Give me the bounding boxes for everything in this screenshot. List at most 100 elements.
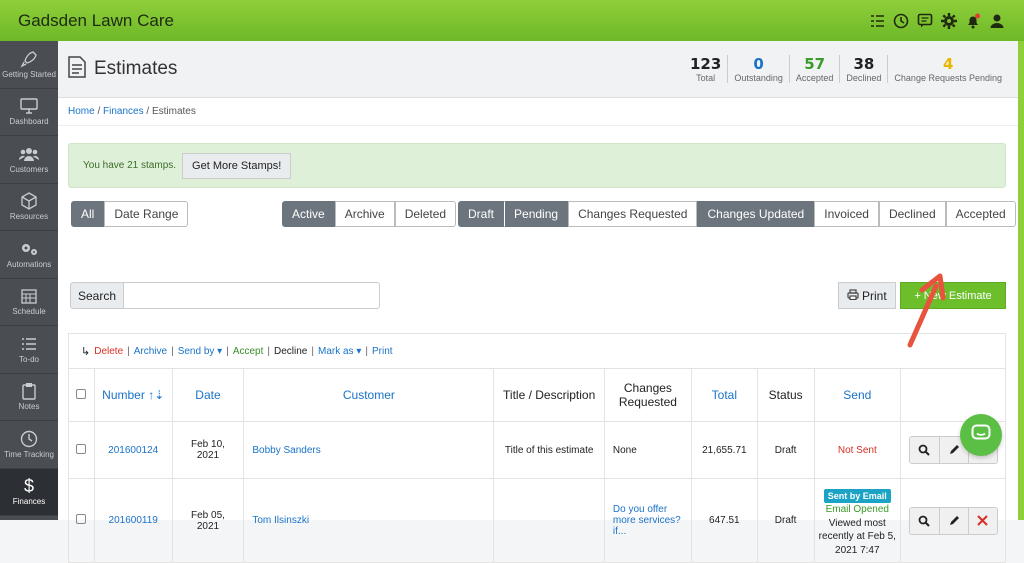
estimate-number-link[interactable]: 201600124: [93, 421, 173, 479]
bulk-decline-link[interactable]: Decline: [274, 346, 307, 357]
search-input[interactable]: [124, 282, 380, 309]
bulk-send-by-link[interactable]: Send by ▾: [178, 346, 223, 357]
changes-requested: None: [603, 421, 692, 479]
stat-total[interactable]: 123 Total: [684, 55, 727, 83]
gears-icon: [19, 240, 39, 258]
column-total[interactable]: Total: [690, 368, 758, 422]
sidebar-item-customers[interactable]: Customers: [0, 136, 58, 184]
filter-changes-requested-button[interactable]: Changes Requested: [568, 201, 698, 227]
filter-all-button[interactable]: All: [71, 201, 105, 227]
sidebar-item-automations[interactable]: Automations: [0, 231, 58, 279]
filter-date-range-button[interactable]: Date Range: [104, 201, 189, 227]
send-cell: Sent by Email Email Opened Viewed most rec…: [813, 478, 902, 563]
filter-archive-button[interactable]: Archive: [334, 201, 395, 227]
filter-changes-updated-button[interactable]: Changes Updated: [697, 201, 815, 227]
bulk-actions-bar: ↳ Delete | Archive | Send by ▾ | Accept | De…: [68, 333, 1006, 368]
filter-pending-button[interactable]: Pending: [504, 201, 569, 227]
dollar-icon: $: [23, 476, 34, 497]
estimate-number-link[interactable]: 201600119: [93, 478, 173, 563]
estimate-total: 21,655.71: [690, 421, 758, 479]
print-button[interactable]: Print: [838, 282, 896, 309]
chat-bubble-icon: [971, 424, 991, 447]
delete-button[interactable]: [967, 507, 997, 534]
table-header-row: Number ↑⇣ Date Customer Title / Descript…: [68, 368, 1006, 422]
sidebar-item-getting-started[interactable]: Getting Started: [0, 41, 58, 89]
print-label: Print: [862, 288, 887, 303]
sidebar-item-time-tracking[interactable]: Time Tracking: [0, 421, 58, 469]
scrollbar[interactable]: [1018, 41, 1024, 520]
stat-declined[interactable]: 38 Declined: [839, 55, 887, 83]
edit-button[interactable]: [938, 507, 968, 534]
sidebar-item-label: To-do: [18, 354, 39, 364]
sidebar-item-schedule[interactable]: Schedule: [0, 279, 58, 326]
row-select-cell: [68, 478, 95, 563]
column-actions: [900, 368, 1006, 422]
stat-label: Accepted: [795, 73, 834, 83]
customer-link[interactable]: Bobby Sanders: [243, 421, 495, 479]
estimate-title: [493, 478, 605, 563]
bulk-archive-link[interactable]: Archive: [134, 346, 167, 357]
row-checkbox[interactable]: [76, 514, 87, 524]
column-customer[interactable]: Customer: [243, 368, 495, 422]
column-send[interactable]: Send: [813, 368, 902, 422]
stat-label: Change Requests Pending: [894, 73, 1002, 83]
status-filter-group: Draft Pending Changes Requested Changes …: [458, 201, 1016, 227]
bulk-print-link[interactable]: Print: [372, 346, 393, 357]
sidebar-item-label: Automations: [6, 259, 52, 269]
column-number[interactable]: Number ↑⇣: [93, 368, 173, 422]
sidebar-item-resources[interactable]: Resources: [0, 184, 58, 231]
filter-declined-button[interactable]: Declined: [878, 201, 946, 227]
gear-icon[interactable]: [940, 12, 958, 30]
stat-accepted[interactable]: 57 Accepted: [788, 55, 840, 83]
breadcrumb-home[interactable]: Home: [68, 106, 95, 117]
bulk-delete-link[interactable]: Delete: [94, 346, 123, 357]
sidebar-item-label: Dashboard: [9, 117, 49, 127]
estimate-status: Draft: [756, 421, 815, 479]
breadcrumb-finances[interactable]: Finances: [103, 106, 144, 117]
select-all-checkbox[interactable]: [76, 389, 87, 399]
sidebar-item-to-do[interactable]: To-do: [0, 326, 58, 374]
sidebar-item-label: Notes: [18, 402, 40, 412]
user-icon[interactable]: [988, 12, 1006, 30]
bell-icon[interactable]: [964, 12, 982, 30]
clock-icon[interactable]: [892, 12, 910, 30]
bulk-accept-link[interactable]: Accept: [233, 346, 264, 357]
row-select-cell: [68, 421, 95, 479]
sidebar-item-dashboard[interactable]: Dashboard: [0, 89, 58, 136]
customer-link[interactable]: Tom Ilsinszki: [243, 478, 495, 563]
chat-launcher-button[interactable]: [960, 414, 1002, 456]
chat-icon[interactable]: [916, 12, 934, 30]
filter-accepted-button[interactable]: Accepted: [945, 201, 1016, 227]
content-area: You have 21 stamps. Get More Stamps! All…: [58, 127, 1018, 563]
view-button[interactable]: [909, 437, 939, 463]
column-title: Title / Description: [493, 368, 605, 422]
get-more-stamps-button[interactable]: Get More Stamps!: [182, 152, 292, 179]
cube-icon: [19, 192, 39, 210]
filter-active-button[interactable]: Active: [282, 201, 335, 227]
bulk-mark-as-link[interactable]: Mark as ▾: [318, 346, 361, 357]
sidebar-item-notes[interactable]: Notes: [0, 374, 58, 421]
sidebar-item-finances[interactable]: $ Finances: [0, 468, 58, 516]
printer-icon: [847, 288, 859, 303]
document-icon: [68, 55, 86, 83]
users-icon: [19, 145, 39, 163]
filter-deleted-button[interactable]: Deleted: [394, 201, 457, 227]
stat-outstanding[interactable]: 0 Outstanding: [727, 55, 789, 83]
sidebar: Getting Started Dashboard Customers Resourc…: [0, 41, 58, 520]
view-button[interactable]: [909, 507, 939, 534]
estimate-date: Feb 10, 2021: [171, 421, 245, 479]
search-label: Search: [70, 282, 124, 309]
table-row[interactable]: 201600119 Feb 05, 2021 Tom Ilsinszki Do you…: [68, 478, 1006, 563]
filter-draft-button[interactable]: Draft: [458, 201, 505, 227]
row-checkbox[interactable]: [76, 443, 87, 454]
column-date[interactable]: Date: [171, 368, 245, 422]
stat-change-requests-pending[interactable]: 4 Change Requests Pending: [887, 55, 1008, 83]
column-changes: Changes Requested: [603, 368, 692, 422]
calendar-icon: [19, 287, 39, 305]
changes-requested[interactable]: Do you offer more services? if...: [603, 478, 692, 563]
table-row[interactable]: 201600124 Feb 10, 2021 Bobby Sanders Title …: [68, 421, 1006, 479]
email-opened-text: Email Opened: [825, 504, 889, 516]
sidebar-item-label: Schedule: [12, 307, 46, 317]
filter-invoiced-button[interactable]: Invoiced: [814, 201, 879, 227]
checklist-icon[interactable]: [868, 12, 886, 30]
